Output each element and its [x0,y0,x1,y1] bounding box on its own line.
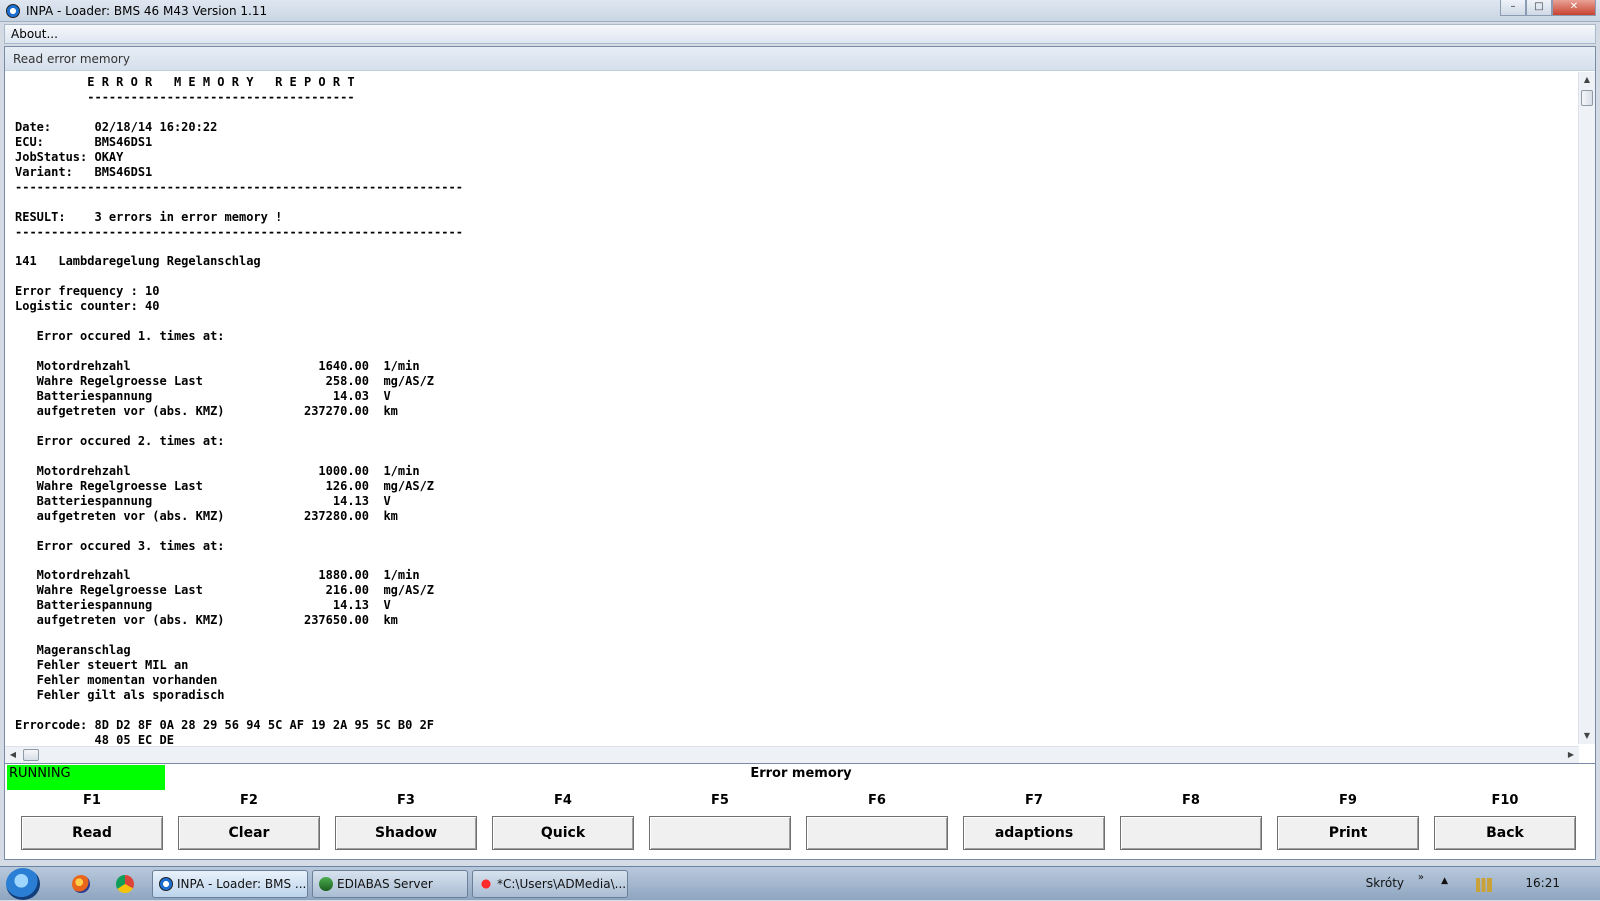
fkey-f7: F7 adaptions [963,790,1105,850]
vertical-scroll-thumb[interactable] [1581,90,1593,106]
clear-button[interactable]: Clear [178,816,320,850]
report-area: E R R O R M E M O R Y R E P O R T ------… [5,72,1579,744]
f6-button[interactable] [806,816,948,850]
firefox-icon[interactable] [72,875,90,893]
taskbar-item[interactable]: INPA - Loader: BMS ... [152,870,308,898]
fkey-f5: F5 [649,790,791,850]
window-title: INPA - Loader: BMS 46 M43 Version 1.11 [26,3,268,18]
taskbar-item-label: EDIABAS Server [337,877,433,891]
ediabas-icon [319,877,333,891]
fkey-label-f6: F6 [868,793,886,808]
fkey-label-f1: F1 [83,793,101,808]
shadow-button[interactable]: Shadow [335,816,477,850]
taskbar: INPA - Loader: BMS ... EDIABAS Server *C:\… [0,866,1600,900]
horizontal-scrollbar[interactable]: ◀ ▶ [5,746,1579,763]
close-button[interactable]: ✕ [1552,0,1596,16]
screen-title: Error memory [750,766,852,781]
taskbar-item[interactable]: EDIABAS Server [312,870,468,898]
fkey-label-f10: F10 [1491,793,1519,808]
fkey-label-f9: F9 [1339,793,1357,808]
chrome-icon[interactable] [116,875,134,893]
menu-bar: About... [4,24,1596,44]
scroll-down-icon[interactable]: ▼ [1579,728,1595,744]
main-panel: Read error memory E R R O R M E M O R Y … [4,46,1596,764]
read-button[interactable]: Read [21,816,163,850]
fkey-f1: F1 Read [21,790,163,850]
notepad-icon [479,877,493,891]
fkey-f6: F6 [806,790,948,850]
chevron-right-icon[interactable]: » [1418,872,1424,883]
panel-title: Read error memory [5,47,1595,71]
shortcuts-label[interactable]: Skróty [1366,876,1404,890]
error-memory-report: E R R O R M E M O R Y R E P O R T ------… [15,75,463,744]
taskbar-item[interactable]: *C:\Users\ADMedia\... [472,870,628,898]
taskbar-item-label: INPA - Loader: BMS ... [177,877,307,891]
taskbar-item-label: *C:\Users\ADMedia\... [497,877,627,891]
clock[interactable]: 16:21 [1525,876,1560,890]
fkey-f8: F8 [1120,790,1262,850]
fkey-f2: F2 Clear [178,790,320,850]
fkey-f9: F9 Print [1277,790,1419,850]
f8-button[interactable] [1120,816,1262,850]
menu-about[interactable]: About... [11,27,58,41]
fkey-f10: F10 Back [1434,790,1576,850]
fkey-label-f4: F4 [554,793,572,808]
back-button[interactable]: Back [1434,816,1576,850]
bmw-icon [159,877,173,891]
fkey-label-f5: F5 [711,793,729,808]
scroll-left-icon[interactable]: ◀ [5,747,21,763]
print-button[interactable]: Print [1277,816,1419,850]
fkey-label-f2: F2 [240,793,258,808]
title-bar: INPA - Loader: BMS 46 M43 Version 1.11 –… [0,0,1600,22]
fkey-label-f3: F3 [397,793,415,808]
tray-arrow-up-icon[interactable]: ▲ [1441,876,1448,886]
function-key-bar: F1 Read F2 Clear F3 Shadow F4 Quick F5 F6 F7 adapti… [4,790,1596,860]
adaptions-button[interactable]: adaptions [963,816,1105,850]
scroll-up-icon[interactable]: ▲ [1579,72,1595,88]
fkey-label-f8: F8 [1182,793,1200,808]
horizontal-scroll-thumb[interactable] [23,749,39,761]
fkey-f4: F4 Quick [492,790,634,850]
maximize-button[interactable]: □ [1526,0,1552,16]
vertical-scrollbar[interactable]: ▲ ▼ [1578,72,1595,744]
scroll-right-icon[interactable]: ▶ [1563,747,1579,763]
minimize-button[interactable]: – [1500,0,1526,16]
fkey-f3: F3 Shadow [335,790,477,850]
start-button[interactable] [6,868,40,900]
fkey-label-f7: F7 [1025,793,1043,808]
window-controls: – □ ✕ [1500,0,1596,16]
f5-button[interactable] [649,816,791,850]
quick-button[interactable]: Quick [492,816,634,850]
network-signal-icon[interactable] [1476,878,1492,892]
bmw-logo-icon [6,3,20,18]
